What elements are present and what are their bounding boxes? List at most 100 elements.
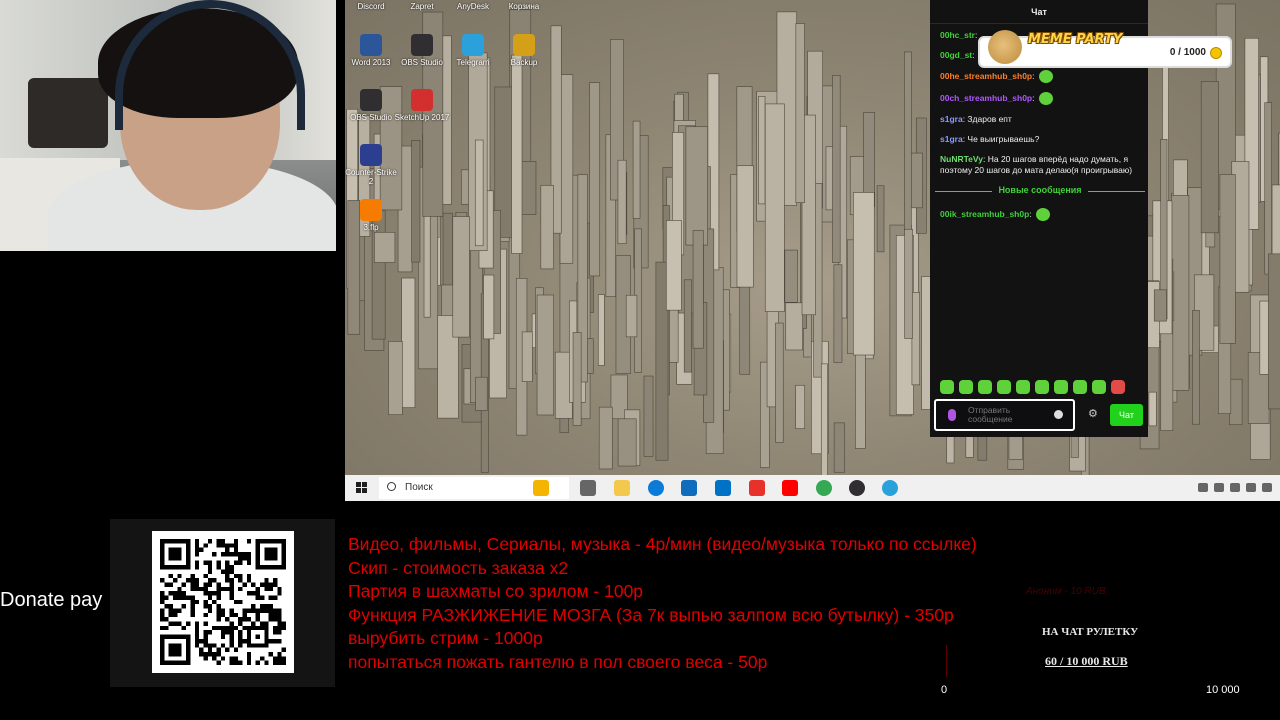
desktop-icon[interactable]: AnyDesk	[445, 0, 501, 11]
cs2-icon	[360, 144, 382, 166]
chat-username[interactable]: 00ch_streamhub_sh0p	[940, 93, 1032, 103]
chat-message: s1gra: Че выигрываешь?	[940, 134, 1040, 144]
emote-row	[940, 380, 1125, 394]
chat-username[interactable]: NuNRTeVy	[940, 154, 983, 164]
price-list-item: Функция РАЗЖИЖЕНИЕ МОЗГА (За 7к выпью за…	[348, 604, 954, 625]
webcam-feed	[0, 0, 336, 251]
backup-icon	[513, 34, 535, 56]
emote-icon[interactable]	[940, 380, 954, 394]
emote-icon	[1038, 70, 1053, 83]
file-explorer-icon[interactable]	[614, 480, 630, 496]
microphone-icon[interactable]	[948, 409, 956, 421]
price-list-item: вырубить стрим - 1000р	[348, 628, 543, 648]
tray-device-icon[interactable]	[1214, 483, 1224, 492]
emoji-picker-icon[interactable]	[1054, 410, 1063, 419]
flstudio-icon	[360, 199, 382, 221]
chat-username[interactable]: 00he_streamhub_sh0p	[940, 71, 1032, 81]
task-view-icon[interactable]	[580, 480, 596, 496]
goal-title: НА ЧАТ РУЛЕТКУ	[1042, 626, 1139, 638]
coin-icon	[1210, 47, 1222, 59]
yandex-browser-icon[interactable]	[749, 480, 765, 496]
last-donation: Аноним - 10 RUB	[1026, 586, 1106, 597]
emote-icon[interactable]	[1054, 380, 1068, 394]
meme-party-bar: MEME PARTY 0 / 1000	[978, 30, 1232, 68]
chat-message: NuNRTeVy: На 20 шагов вперёд надо думать…	[940, 154, 1133, 175]
price-list-item: Скип - стоимость заказа x2	[348, 557, 569, 578]
desktop-icon[interactable]: Word 2013	[345, 34, 399, 67]
emote-icon[interactable]	[1092, 380, 1106, 394]
yandex-icon[interactable]	[782, 480, 798, 496]
copilot-icon[interactable]	[533, 480, 549, 496]
desktop-icon-label: Telegram	[456, 58, 490, 67]
emote-icon	[1038, 92, 1053, 105]
desktop-icon[interactable]: Zapret	[394, 0, 450, 11]
desktop-icon-label: Discord	[357, 2, 385, 11]
donate-label: Donate pay	[0, 589, 103, 611]
chat-message: 00ch_streamhub_sh0p:	[940, 92, 1140, 105]
gear-icon[interactable]: ⚙	[1088, 409, 1098, 420]
emote-icon[interactable]	[1016, 380, 1030, 394]
chrome-icon[interactable]	[816, 480, 832, 496]
doge-icon	[988, 30, 1022, 64]
meme-party-title: MEME PARTY	[1028, 32, 1123, 47]
telegram-icon	[462, 34, 484, 56]
desktop-icon-label: Word 2013	[351, 58, 391, 67]
chat-username[interactable]: 00gd_st	[940, 50, 972, 60]
emote-icon[interactable]	[1111, 380, 1125, 394]
tray-display-icon[interactable]	[1246, 483, 1256, 492]
emote-icon[interactable]	[1073, 380, 1087, 394]
desktop-icon-label: Zapret	[410, 2, 434, 11]
chat-username[interactable]: s1gra	[940, 114, 963, 124]
chat-message-text: Здаров епт	[967, 114, 1012, 124]
sketchup-icon	[411, 89, 433, 111]
outlook-icon[interactable]	[715, 480, 731, 496]
system-tray	[1198, 483, 1272, 492]
desktop-icon[interactable]: Корзина	[496, 0, 552, 11]
desktop-icon[interactable]: Discord	[345, 0, 399, 11]
desktop-icon-label: Backup	[510, 58, 538, 67]
chat-username[interactable]: s1gra	[940, 134, 963, 144]
desktop-icon[interactable]: Counter-Strike 2	[345, 144, 399, 186]
goal-min: 0	[941, 684, 948, 696]
emote-icon[interactable]	[997, 380, 1011, 394]
webcam-appliance	[28, 78, 108, 148]
emote-icon	[1036, 208, 1051, 221]
desktop-icon[interactable]: SketchUp 2017	[394, 89, 450, 122]
desktop-icon[interactable]: OBS Studio	[394, 34, 450, 67]
chat-send-button[interactable]: Чат	[1110, 404, 1143, 426]
tray-network-icon[interactable]	[1230, 483, 1240, 492]
emote-icon[interactable]	[1035, 380, 1049, 394]
telegram-icon[interactable]	[882, 480, 898, 496]
desktop-icon[interactable]: 3.flp	[345, 199, 399, 232]
search-icon	[387, 482, 396, 491]
goal-max: 10 000	[1206, 684, 1240, 696]
price-list-item: Партия в шахматы со зрилом - 100р	[348, 581, 644, 601]
chat-input[interactable]: Отправить сообщение	[934, 399, 1075, 431]
chat-header: Чат	[930, 0, 1148, 24]
desktop-icon-label: Корзина	[508, 2, 540, 11]
desktop-icon-label: AnyDesk	[456, 2, 489, 11]
store-icon[interactable]	[681, 480, 697, 496]
emote-icon[interactable]	[959, 380, 973, 394]
edge-icon[interactable]	[648, 480, 664, 496]
chat-username[interactable]: 00hc_str	[940, 30, 975, 40]
chat-message: s1gra: Здаров епт	[940, 114, 1012, 124]
chat-username[interactable]: 00ik_streamhub_sh0p	[940, 209, 1029, 219]
obs-icon[interactable]	[849, 480, 865, 496]
desktop-icon-label: Counter-Strike 2	[345, 168, 397, 186]
desktop-icon[interactable]: OBS Studio	[345, 89, 399, 122]
desktop-icon[interactable]: Backup	[496, 34, 552, 67]
desktop-icon[interactable]: Telegram	[445, 34, 501, 67]
emote-icon[interactable]	[978, 380, 992, 394]
goal-progress-marker	[946, 645, 947, 677]
search-label: Поиск	[405, 482, 433, 493]
meme-party-progress: 0 / 1000	[1169, 47, 1206, 58]
obs-icon	[360, 89, 382, 111]
windows-start-icon[interactable]	[356, 482, 368, 494]
goal-progress: 60 / 10 000 RUB	[1045, 654, 1128, 668]
tray-chevron-icon[interactable]	[1198, 483, 1208, 492]
chat-message: 00ik_streamhub_sh0p:	[940, 208, 1140, 221]
stream-overlay: Discord Zapret AnyDesk Корзина Word 2013 OBS …	[0, 0, 1280, 720]
taskbar: Поиск	[345, 475, 1280, 501]
tray-volume-icon[interactable]	[1262, 483, 1272, 492]
